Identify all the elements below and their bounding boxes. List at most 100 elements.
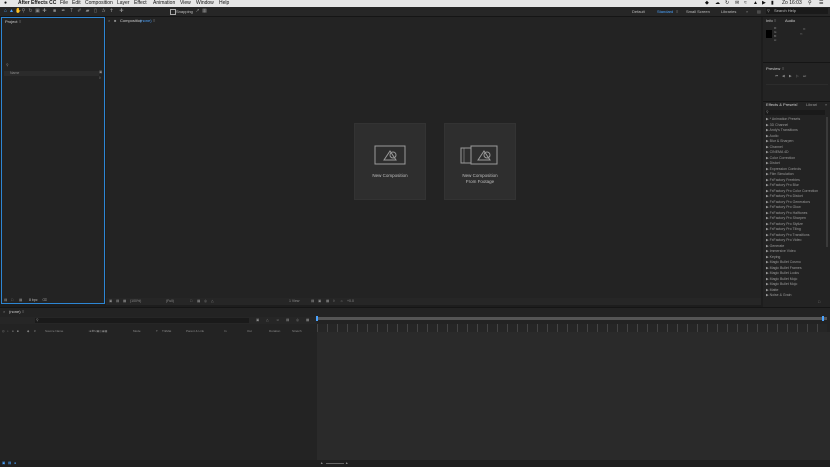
solo-switch-icon[interactable]: ● — [12, 329, 14, 333]
snap-options-icon[interactable]: ▦ — [202, 9, 207, 14]
info-panel[interactable]: Info ≡ Audio R: G: B: A: X: Y: — [763, 17, 830, 63]
message-icon[interactable]: ✉ — [735, 0, 739, 7]
rectangle-tool-icon[interactable]: ■ — [52, 9, 57, 14]
project-panel-menu-icon[interactable]: ≡ — [19, 19, 21, 25]
new-folder-icon[interactable]: □ — [818, 300, 820, 305]
work-area-start-handle[interactable] — [316, 316, 318, 321]
volume-icon[interactable]: ▶ — [762, 0, 766, 7]
audio-tab[interactable]: Audio — [785, 18, 795, 24]
frame-blending-icon[interactable]: ▤ — [286, 318, 289, 323]
last-frame-icon[interactable]: ⏭ — [803, 74, 806, 79]
grid-icon[interactable]: ▦ — [123, 299, 126, 304]
timeline-graph-area[interactable] — [317, 332, 830, 461]
app-menu[interactable]: After Effects CC — [18, 0, 56, 7]
delete-icon[interactable]: ⌫ — [42, 298, 47, 303]
menu-animation[interactable]: Animation — [153, 0, 175, 7]
in-header[interactable]: In — [224, 329, 227, 333]
wifi-icon[interactable]: ▲ — [753, 0, 758, 7]
effects-presets-tab[interactable]: Effects & Presets — [766, 102, 797, 108]
resolution-value[interactable]: (Full) — [166, 299, 174, 304]
pen-tool-icon[interactable]: ✒ — [61, 9, 66, 14]
selection-tool-icon[interactable]: ▲ — [9, 9, 14, 14]
transparency-grid-icon[interactable]: ▩ — [197, 299, 200, 304]
first-frame-icon[interactable]: ⏮ — [775, 74, 778, 79]
mode-header[interactable]: Mode — [133, 329, 141, 333]
menu-help[interactable]: Help — [219, 0, 229, 7]
composition-tab-value[interactable]: (none) — [140, 18, 152, 24]
work-area-end-handle[interactable] — [822, 316, 824, 321]
dropbox-icon[interactable]: ◆ — [705, 0, 709, 7]
rotate-tool-icon[interactable]: ↻ — [28, 9, 33, 14]
workspace-standard[interactable]: Standard — [657, 8, 673, 15]
work-area-bar[interactable] — [317, 317, 827, 320]
zoom-in-icon[interactable]: ▲ — [345, 461, 348, 466]
stretch-header[interactable]: Stretch — [292, 329, 302, 333]
preview-shortcut-row[interactable] — [766, 84, 828, 89]
lock-switch-icon[interactable]: ■ — [17, 329, 19, 333]
close-timeline-icon[interactable]: × — [3, 309, 5, 315]
menu-composition[interactable]: Composition — [85, 0, 113, 7]
duration-header[interactable]: Duration — [269, 329, 280, 333]
text-tool-icon[interactable]: T — [69, 9, 74, 14]
views-layout-value[interactable]: 1 View — [289, 299, 299, 304]
home-icon[interactable]: ⌂ — [3, 9, 8, 14]
parent-link-header[interactable]: Parent & Link — [186, 329, 204, 333]
apple-icon[interactable]: ● — [4, 0, 7, 7]
zoom-out-icon[interactable]: ▲ — [320, 461, 323, 466]
menu-file[interactable]: File — [60, 0, 68, 7]
new-composition-from-footage-card[interactable]: New Composition From Footage — [444, 123, 516, 200]
workspace-menu-icon[interactable]: ≡ — [676, 8, 678, 15]
info-tab[interactable]: Info — [766, 18, 773, 24]
libraries-tab[interactable]: Librari — [806, 102, 817, 108]
clock[interactable]: Zo 16:03 — [782, 0, 802, 7]
trkmat-header[interactable]: TrkMat — [162, 329, 171, 333]
pan-behind-tool-icon[interactable]: ✚ — [42, 9, 47, 14]
new-composition-icon[interactable]: ▩ — [19, 298, 22, 303]
effects-panel-menu-icon[interactable]: ≡ — [796, 102, 798, 108]
composition-panel-menu-icon[interactable]: ≡ — [153, 18, 155, 24]
timeline-zoom-slider[interactable] — [326, 463, 344, 464]
video-switch-icon[interactable]: ◎ — [2, 329, 5, 333]
effects-search-field[interactable]: ⚲ — [765, 110, 825, 115]
info-panel-menu-icon[interactable]: ≡ — [774, 18, 776, 24]
name-column-header[interactable]: Name — [10, 71, 19, 76]
layer-switches-icon[interactable]: ◑●✚fx▣◎◉▦ — [88, 329, 107, 333]
time-ruler[interactable] — [317, 324, 827, 332]
out-header[interactable]: Out — [247, 329, 252, 333]
bit-depth-label[interactable]: 8 bpc — [29, 298, 38, 303]
menu-edit[interactable]: Edit — [72, 0, 81, 7]
battery-icon[interactable]: ▮ — [771, 0, 774, 7]
flowchart-icon[interactable]: ◊ — [99, 76, 101, 81]
mask-visibility-icon[interactable]: ◎ — [204, 299, 207, 304]
zoom-value[interactable]: (100%) — [130, 299, 141, 304]
bluetooth-icon[interactable]: ≈ — [744, 0, 747, 7]
lock-icon[interactable]: ■ — [114, 18, 116, 24]
preview-include-row[interactable] — [766, 90, 828, 94]
timeline-panel-menu-icon[interactable]: ≡ — [22, 309, 24, 315]
local-axis-icon[interactable]: ✚ — [119, 9, 124, 14]
sync-settings-icon[interactable]: ▤ — [757, 8, 761, 15]
spotlight-icon[interactable]: ⚲ — [808, 0, 812, 7]
brush-tool-icon[interactable]: ✐ — [77, 9, 82, 14]
flowchart-view-icon[interactable]: ◊ — [333, 299, 335, 304]
clone-stamp-tool-icon[interactable]: ▰ — [85, 9, 90, 14]
workspace-default[interactable]: Default — [632, 8, 645, 15]
label-column-icon[interactable]: ◆ — [27, 329, 29, 333]
layer-number-column[interactable]: # — [34, 329, 36, 333]
timeline-panel[interactable]: × (none) ≡ ⚲ ▣ △ ☺ ▤ ◎ ▦ ◆ ◎ ♪ ● ■ ◆ # S… — [0, 307, 830, 461]
t-header[interactable]: T — [156, 329, 158, 333]
more-workspaces-icon[interactable]: » — [746, 8, 748, 15]
region-of-interest-icon[interactable]: □ — [190, 299, 192, 304]
menu-view[interactable]: View — [180, 0, 191, 7]
transfer-controls-toggle-icon[interactable]: ▤ — [8, 461, 11, 466]
magnification-icon[interactable]: ▣ — [109, 299, 112, 304]
draft-3d-icon[interactable]: △ — [266, 318, 269, 323]
preview-panel-title[interactable]: Preview — [766, 66, 780, 72]
preview-panel[interactable]: Preview ≡ ⏮ ◀ ▶ ▷ ⏭ — [763, 65, 830, 101]
interpret-footage-icon[interactable]: ▣ — [99, 70, 102, 75]
camera-tool-icon[interactable]: ▣ — [35, 9, 40, 14]
effects-presets-panel[interactable]: Effects & Presets ≡ Librari » ⚲ ▶ * Anim… — [763, 101, 830, 308]
layer-list-area[interactable] — [0, 334, 317, 461]
project-search-field[interactable]: ⚲ — [4, 63, 102, 68]
fast-previews-icon[interactable]: ▣ — [318, 299, 321, 304]
